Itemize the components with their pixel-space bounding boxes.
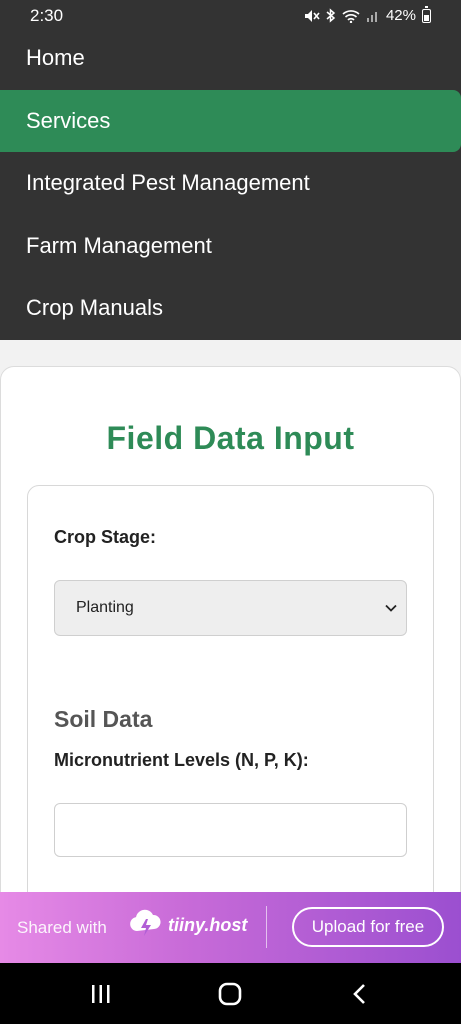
battery-icon bbox=[422, 5, 431, 23]
page-title: Field Data Input bbox=[106, 420, 355, 456]
crop-stage-label: Crop Stage: bbox=[54, 527, 157, 547]
brand-name: tiiny.host bbox=[168, 915, 248, 935]
micronutrient-input[interactable] bbox=[54, 803, 407, 857]
nav-item-farm-management[interactable]: Farm Management bbox=[0, 215, 461, 277]
status-time: 2:30 bbox=[30, 6, 64, 25]
system-navigation-bar bbox=[0, 963, 461, 1024]
micronutrient-label: Micronutrient Levels (N, P, K): bbox=[54, 750, 309, 770]
wifi-icon bbox=[342, 9, 360, 23]
recent-apps-icon[interactable] bbox=[88, 981, 114, 1007]
nav-menu: Home Services Integrated Pest Management… bbox=[0, 34, 461, 340]
status-icons: 42% bbox=[304, 5, 431, 24]
back-icon[interactable] bbox=[347, 981, 373, 1007]
cloud-bolt-icon bbox=[128, 905, 162, 939]
nav-item-integrated-pest-management[interactable]: Integrated Pest Management bbox=[0, 152, 461, 214]
crop-stage-value: Planting bbox=[76, 599, 134, 616]
soil-data-heading: Soil Data bbox=[54, 706, 153, 732]
chevron-down-icon bbox=[384, 601, 398, 615]
mute-icon bbox=[304, 9, 320, 23]
crop-stage-select[interactable]: Planting bbox=[54, 580, 407, 636]
battery-percent: 42% bbox=[385, 7, 416, 24]
nav-item-services[interactable]: Services bbox=[0, 90, 461, 152]
bluetooth-icon bbox=[326, 8, 336, 23]
banner-divider bbox=[266, 906, 267, 948]
nav-item-crop-manuals[interactable]: Crop Manuals bbox=[0, 277, 461, 339]
shared-with-text: Shared with bbox=[17, 918, 107, 937]
home-icon[interactable] bbox=[217, 981, 243, 1007]
upload-for-free-button[interactable]: Upload for free bbox=[292, 907, 444, 947]
nav-item-home[interactable]: Home bbox=[0, 27, 461, 89]
signal-icon bbox=[366, 9, 380, 22]
